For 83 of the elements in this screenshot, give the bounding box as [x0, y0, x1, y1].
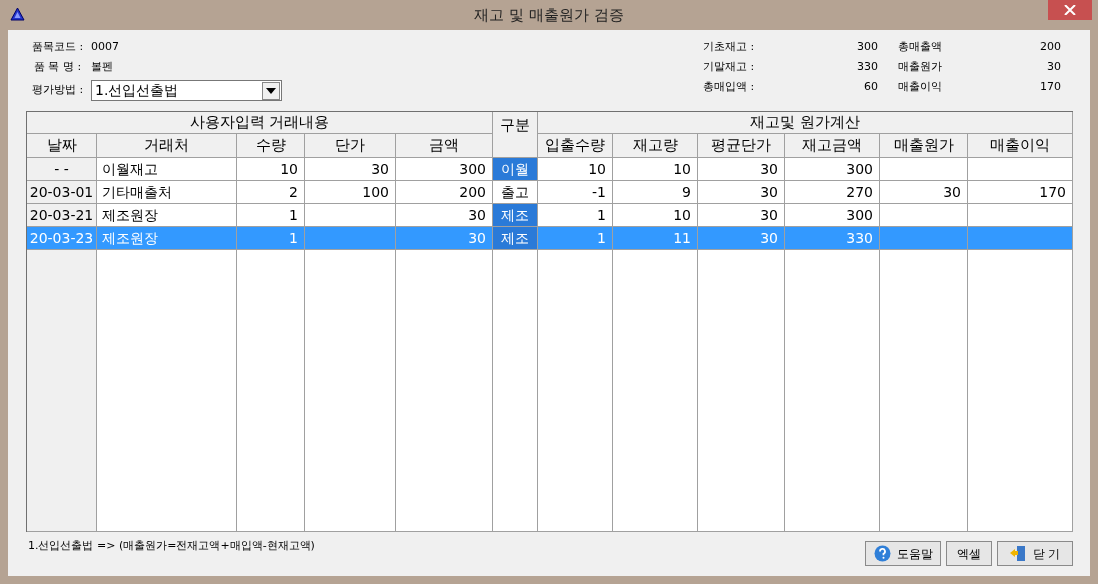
column-header: 구분 [493, 112, 538, 158]
column-group-header: 사용자입력 거래내용 [27, 112, 493, 134]
table-cell: 10 [613, 158, 698, 181]
table-cell: 20-03-01 [27, 181, 97, 204]
table-cell: 9 [613, 181, 698, 204]
window-title: 재고 및 매출원가 검증 [474, 4, 624, 26]
table-cell: - - [27, 158, 97, 181]
table-cell: 11 [613, 227, 698, 250]
excel-button[interactable]: 엑셀 [946, 541, 992, 566]
summary-label: 총매입액 : [703, 78, 756, 95]
column-header: 날짜 [27, 134, 97, 158]
column-header: 입출수량 [538, 134, 613, 158]
table-cell: 30 [880, 181, 968, 204]
app-icon [10, 7, 25, 21]
table-cell: 30 [698, 227, 785, 250]
summary-label: 매출이익 [898, 78, 943, 95]
category-cell: 제조 [493, 227, 538, 250]
summary-value: 330 [856, 58, 878, 75]
table-cell: 10 [538, 158, 613, 181]
table-cell: 300 [785, 204, 880, 227]
table-cell: 2 [237, 181, 305, 204]
category-cell: 출고 [493, 181, 538, 204]
summary-label: 총매출액 [898, 38, 943, 55]
table-cell: 10 [237, 158, 305, 181]
table-cell: 30 [396, 227, 493, 250]
summary-value: 30 [1046, 58, 1061, 75]
method-dropdown[interactable]: 1.선입선출법 [91, 80, 282, 101]
table-cell: 20-03-23 [27, 227, 97, 250]
table-cell: 170 [968, 181, 1073, 204]
close-dialog-button[interactable]: 닫 기 [997, 541, 1073, 566]
summary-label: 기말재고 : [703, 58, 756, 75]
table-cell: 30 [396, 204, 493, 227]
column-header: 금액 [396, 134, 493, 158]
summary-label: 매출원가 [898, 58, 943, 75]
exit-door-icon [1009, 545, 1027, 562]
table-cell: 200 [396, 181, 493, 204]
table-cell: 270 [785, 181, 880, 204]
table-cell: 300 [396, 158, 493, 181]
dropdown-arrow-icon [266, 87, 276, 94]
field-value: 0007 [91, 38, 119, 55]
table-cell: 10 [613, 204, 698, 227]
column-header: 수량 [237, 134, 305, 158]
table-cell: 30 [698, 204, 785, 227]
summary-value: 170 [1039, 78, 1061, 95]
column-header: 재고량 [613, 134, 698, 158]
table-cell: 30 [305, 158, 396, 181]
field-label: 품 목 명 : [32, 58, 83, 75]
table-cell: 1 [237, 204, 305, 227]
close-icon [1064, 5, 1076, 15]
field-label: 평가방법 : [30, 82, 85, 99]
help-icon [873, 545, 891, 562]
table-cell: -1 [538, 181, 613, 204]
close-button[interactable] [1048, 0, 1092, 20]
table-cell: 제조원장 [97, 204, 237, 227]
summary-value: 300 [856, 38, 878, 55]
table-cell: 제조원장 [97, 227, 237, 250]
summary-value: 200 [1039, 38, 1061, 55]
table-cell: 기타매출처 [97, 181, 237, 204]
column-header: 재고금액 [785, 134, 880, 158]
column-header: 매출이익 [968, 134, 1073, 158]
table-cell: 1 [237, 227, 305, 250]
column-header: 매출원가 [880, 134, 968, 158]
column-header: 거래처 [97, 134, 237, 158]
column-header: 단가 [305, 134, 396, 158]
summary-value: 60 [863, 78, 878, 95]
table-cell: 330 [785, 227, 880, 250]
field-value: 볼펜 [91, 58, 113, 75]
table-cell: 20-03-21 [27, 204, 97, 227]
formula-note: 1.선입선출법 => (매출원가=전재고액+매입액-현재고액) [28, 538, 315, 554]
table-cell: 1 [538, 204, 613, 227]
table-cell: 1 [538, 227, 613, 250]
table-cell: 30 [698, 181, 785, 204]
table-cell: 이월재고 [97, 158, 237, 181]
summary-label: 기초재고 : [703, 38, 756, 55]
field-label: 품목코드 : [30, 38, 85, 55]
category-cell: 제조 [493, 204, 538, 227]
help-button[interactable]: 도움말 [865, 541, 941, 566]
column-group-header: 재고및 원가계산 [538, 112, 1073, 134]
table-cell: 300 [785, 158, 880, 181]
table-cell: 30 [698, 158, 785, 181]
table-cell: 100 [305, 181, 396, 204]
column-header: 평균단가 [698, 134, 785, 158]
category-cell: 이월 [493, 158, 538, 181]
